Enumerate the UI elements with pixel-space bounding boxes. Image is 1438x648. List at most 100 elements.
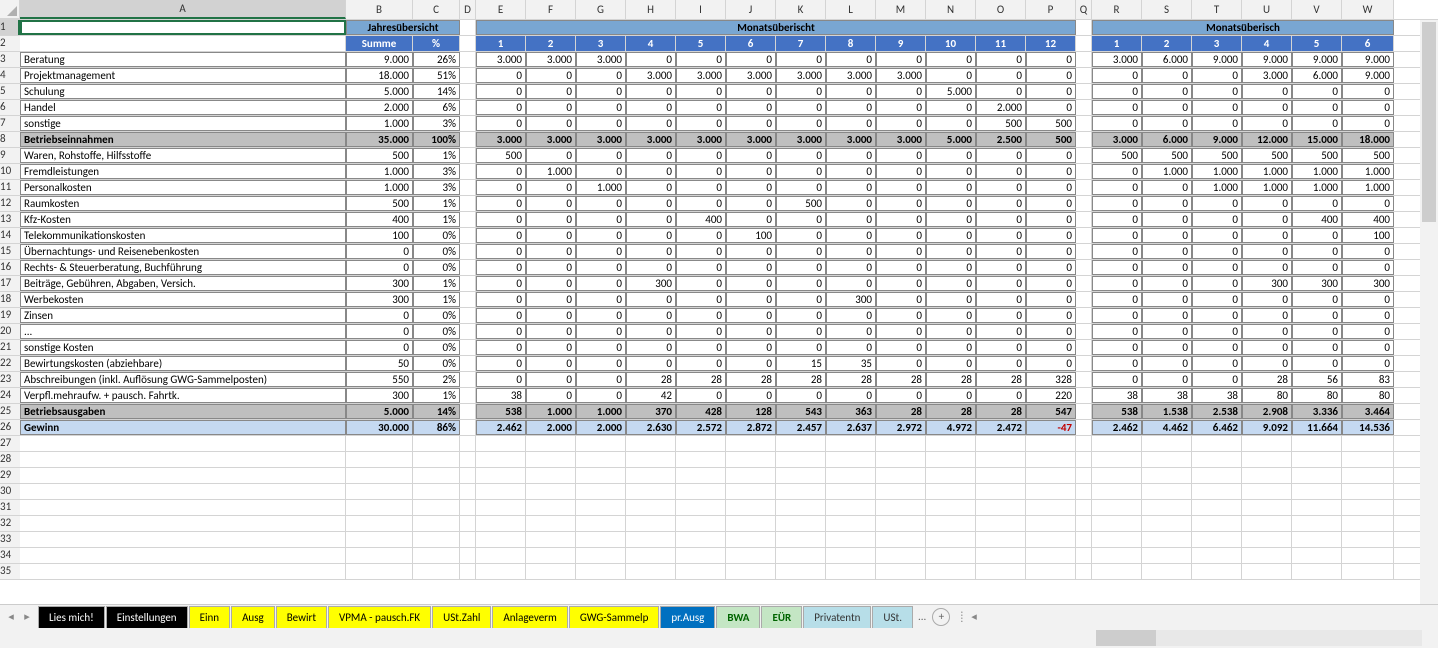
empty-cell[interactable] [460, 516, 476, 531]
month-cell[interactable]: 3.000 [776, 132, 826, 147]
cum-cell[interactable]: 0 [1092, 84, 1142, 99]
month-cell[interactable]: 0 [626, 116, 676, 131]
empty-cell[interactable] [526, 452, 576, 467]
month-cell[interactable]: 15 [776, 356, 826, 371]
month-cell[interactable]: 0 [826, 260, 876, 275]
empty-cell[interactable] [460, 532, 476, 547]
month-cell[interactable]: 28 [926, 404, 976, 419]
empty-cell[interactable] [1292, 436, 1342, 451]
month-cell[interactable]: 0 [626, 244, 676, 259]
cum-cell[interactable]: 0 [1092, 372, 1142, 387]
month-cell[interactable]: 38 [476, 388, 526, 403]
sum-cell[interactable]: 50 [346, 356, 413, 371]
pct-cell[interactable]: 0% [413, 340, 460, 355]
month-cell[interactable]: 0 [926, 388, 976, 403]
month-cell[interactable]: 28 [726, 372, 776, 387]
empty-cell[interactable] [1342, 484, 1394, 499]
empty-cell[interactable] [976, 436, 1026, 451]
cum-cell[interactable]: 538 [1092, 404, 1142, 419]
month-cell[interactable]: 2.000 [576, 420, 626, 435]
empty-cell[interactable] [976, 484, 1026, 499]
empty-cell[interactable] [1076, 452, 1092, 467]
empty-cell[interactable] [776, 516, 826, 531]
month-cell[interactable]: 3.000 [526, 52, 576, 67]
month-cell[interactable]: 0 [976, 244, 1026, 259]
month-cell[interactable]: 0 [1026, 68, 1076, 83]
month-cell[interactable]: 28 [626, 372, 676, 387]
empty-cell[interactable] [1342, 564, 1394, 579]
cum-cell[interactable]: 56 [1292, 372, 1342, 387]
col-header-V[interactable]: V [1292, 0, 1342, 19]
empty-cell[interactable] [1192, 436, 1242, 451]
select-all-corner[interactable] [0, 0, 20, 19]
pct-cell[interactable]: 2% [413, 372, 460, 387]
empty-cell[interactable] [476, 484, 526, 499]
row-header[interactable]: 8 [0, 132, 20, 147]
month-cell[interactable]: 0 [826, 148, 876, 163]
row-label[interactable]: Telekommunikationskosten [20, 228, 346, 243]
col-header-B[interactable]: B [346, 0, 413, 19]
hscroll-left-icon[interactable]: ◂ [971, 610, 977, 623]
month-cell[interactable]: 0 [1026, 228, 1076, 243]
month-cell[interactable]: 0 [676, 100, 726, 115]
sheet-tab[interactable]: Einstellungen [106, 606, 188, 628]
month-cell[interactable]: 0 [576, 388, 626, 403]
cum-cell[interactable]: 80 [1242, 388, 1292, 403]
cum-cell[interactable]: 0 [1242, 212, 1292, 227]
sum-cell[interactable]: 300 [346, 388, 413, 403]
month-cell[interactable]: 0 [626, 196, 676, 211]
cum-cell[interactable]: 0 [1142, 228, 1192, 243]
month-cell[interactable]: 0 [826, 84, 876, 99]
month-cell[interactable]: 0 [826, 340, 876, 355]
pct-cell[interactable]: 3% [413, 116, 460, 131]
month-cell[interactable]: 42 [626, 388, 676, 403]
empty-cell[interactable] [1026, 516, 1076, 531]
month-cell[interactable]: 2.462 [476, 420, 526, 435]
month-cell[interactable]: 220 [1026, 388, 1076, 403]
empty-cell[interactable] [726, 484, 776, 499]
month-cell[interactable]: 0 [526, 372, 576, 387]
empty-cell[interactable] [1292, 548, 1342, 563]
empty-cell[interactable] [526, 564, 576, 579]
cum-cell[interactable]: 0 [1092, 292, 1142, 307]
cum-cell[interactable]: 0 [1092, 100, 1142, 115]
month-cell[interactable]: 0 [676, 356, 726, 371]
row-header[interactable]: 15 [0, 244, 20, 259]
cum-cell[interactable]: 14.536 [1342, 420, 1394, 435]
empty-cell[interactable] [1342, 532, 1394, 547]
cum-cell[interactable]: 100 [1342, 228, 1394, 243]
month-cell[interactable]: 0 [726, 100, 776, 115]
row-header[interactable]: 16 [0, 260, 20, 275]
cum-cell[interactable]: 0 [1242, 308, 1292, 323]
cum-cell[interactable]: 0 [1092, 356, 1142, 371]
empty-cell[interactable] [20, 516, 346, 531]
empty-cell[interactable] [926, 516, 976, 531]
empty-cell[interactable] [876, 484, 926, 499]
row-header[interactable]: 20 [0, 324, 20, 339]
cum-cell[interactable]: 2.538 [1192, 404, 1242, 419]
month-cell[interactable]: 0 [676, 164, 726, 179]
month-cell[interactable]: 0 [976, 68, 1026, 83]
cum-cell[interactable]: 9.000 [1192, 132, 1242, 147]
row-header[interactable]: 3 [0, 52, 20, 67]
tab-more[interactable]: ... [918, 610, 926, 623]
cum-cell[interactable]: 0 [1192, 68, 1242, 83]
cum-cell[interactable]: 0 [1142, 292, 1192, 307]
col-header-W[interactable]: W [1342, 0, 1394, 19]
row-label[interactable]: Werbekosten [20, 292, 346, 307]
cum-cell[interactable]: 1.538 [1142, 404, 1192, 419]
cum-cell[interactable]: 0 [1142, 356, 1192, 371]
cum-cell[interactable]: 0 [1142, 68, 1192, 83]
cum-cell[interactable]: 500 [1192, 148, 1242, 163]
sheet-tab[interactable]: Ausg [231, 606, 275, 628]
cum-cell[interactable]: 0 [1192, 308, 1242, 323]
row-header[interactable]: 27 [0, 436, 20, 451]
month-header[interactable]: 4 [1242, 36, 1292, 51]
cum-cell[interactable]: 0 [1292, 260, 1342, 275]
cum-cell[interactable]: 0 [1092, 212, 1142, 227]
month-cell[interactable]: 0 [926, 292, 976, 307]
month-cell[interactable]: 0 [776, 148, 826, 163]
row-label[interactable]: Verpfl.mehraufw. + pausch. Fahrtk. [20, 388, 346, 403]
empty-cell[interactable] [476, 468, 526, 483]
month-cell[interactable]: 370 [626, 404, 676, 419]
